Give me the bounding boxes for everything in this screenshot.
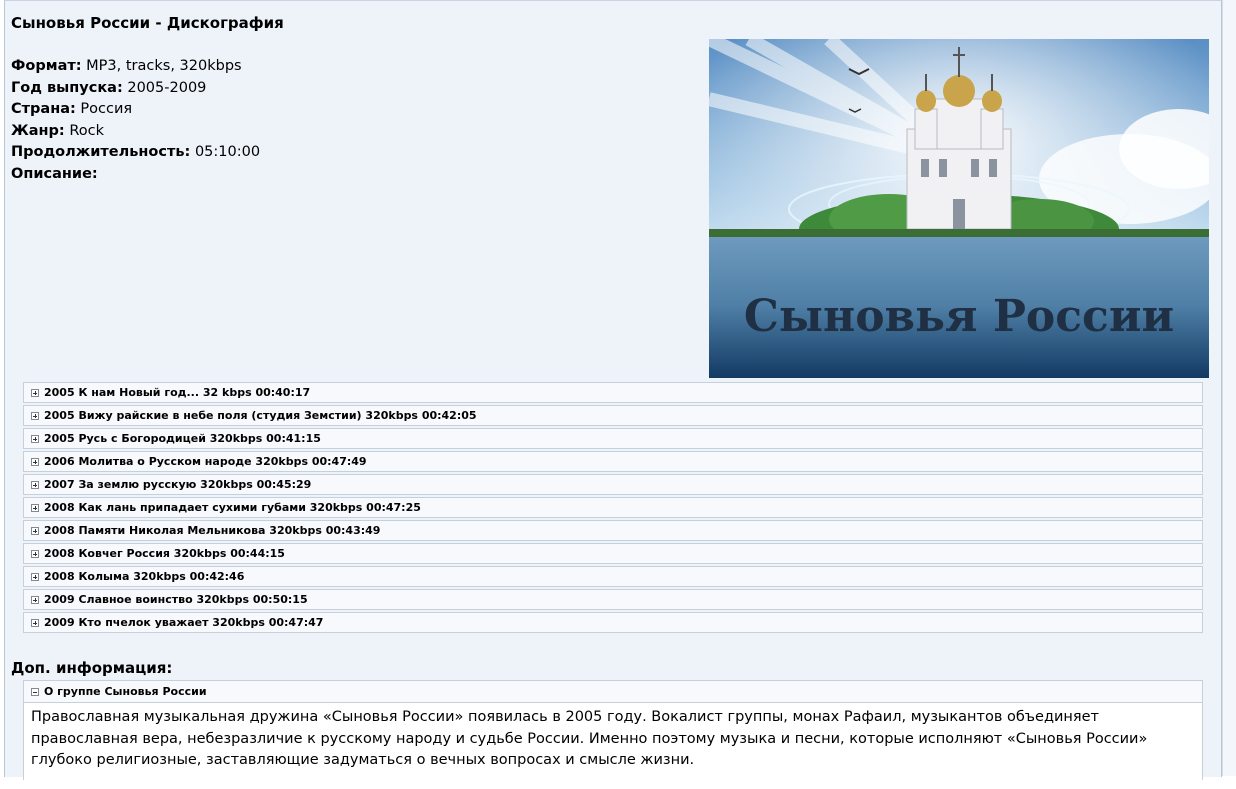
spoiler-album[interactable]: 2005 Вижу райские в небе поля (студия Зе…	[23, 405, 1203, 426]
spoiler-album[interactable]: 2005 Русь с Богородицей 320kbps 00:41:15	[23, 428, 1203, 449]
info-country: Страна: Россия	[11, 101, 133, 118]
expand-icon	[31, 572, 39, 581]
expand-icon	[31, 618, 39, 627]
info-year: Год выпуска: 2005-2009	[11, 79, 207, 96]
spoiler-album[interactable]: 2008 Как лань припадает сухими губами 32…	[23, 497, 1203, 518]
post-title: Сыновья России - Дискография	[11, 14, 284, 32]
info-format: Формат: MP3, tracks, 320kbps	[11, 58, 242, 74]
expand-icon	[31, 434, 39, 443]
spoiler-album[interactable]: 2008 Ковчег Россия 320kbps 00:44:15	[23, 543, 1203, 564]
spoiler-album[interactable]: 2008 Колыма 320kbps 00:42:46	[23, 566, 1203, 587]
spoiler-album[interactable]: 2005 К нам Новый год... 32 kbps 00:40:17	[23, 382, 1203, 403]
extra-info-heading: Доп. информация:	[11, 659, 173, 677]
expand-icon	[31, 503, 39, 512]
cover-title: Сыновья России	[744, 291, 1174, 342]
expand-icon	[31, 411, 39, 420]
spoiler-album[interactable]: 2009 Кто пчелок уважает 320kbps 00:47:47	[23, 612, 1203, 633]
discography-list: 2005 К нам Новый год... 32 kbps 00:40:17…	[23, 382, 1203, 635]
spoiler-album[interactable]: 2006 Молитва о Русском народе 320kbps 00…	[23, 451, 1203, 472]
spoiler-album[interactable]: 2009 Славное воинство 320kbps 00:50:15	[23, 589, 1203, 610]
expand-icon	[31, 457, 39, 466]
album-cover-image: Сыновья России	[709, 39, 1209, 378]
release-info: Формат: MP3, tracks, 320kbps Год выпуска…	[11, 56, 260, 186]
info-genre: Жанр: Rock	[11, 122, 105, 139]
collapse-icon	[31, 687, 39, 696]
expand-icon	[31, 549, 39, 558]
spoiler-about-band: О группе Сыновья России Православная муз…	[23, 680, 1203, 789]
info-duration: Продолжительность: 05:10:00	[11, 144, 261, 161]
expand-icon	[31, 526, 39, 535]
scrollbar-edge	[1222, 0, 1236, 776]
spoiler-album[interactable]: 2008 Памяти Николая Мельникова 320kbps 0…	[23, 520, 1203, 541]
info-description: Описание:	[11, 165, 98, 182]
expand-icon	[31, 480, 39, 489]
expand-icon	[31, 595, 39, 604]
spoiler-album[interactable]: 2007 За землю русскую 320kbps 00:45:29	[23, 474, 1203, 495]
about-text: Православная музыкальная дружина «Сыновь…	[24, 703, 1202, 789]
expand-icon	[31, 388, 39, 397]
spoiler-about-header[interactable]: О группе Сыновья России	[24, 681, 1202, 703]
